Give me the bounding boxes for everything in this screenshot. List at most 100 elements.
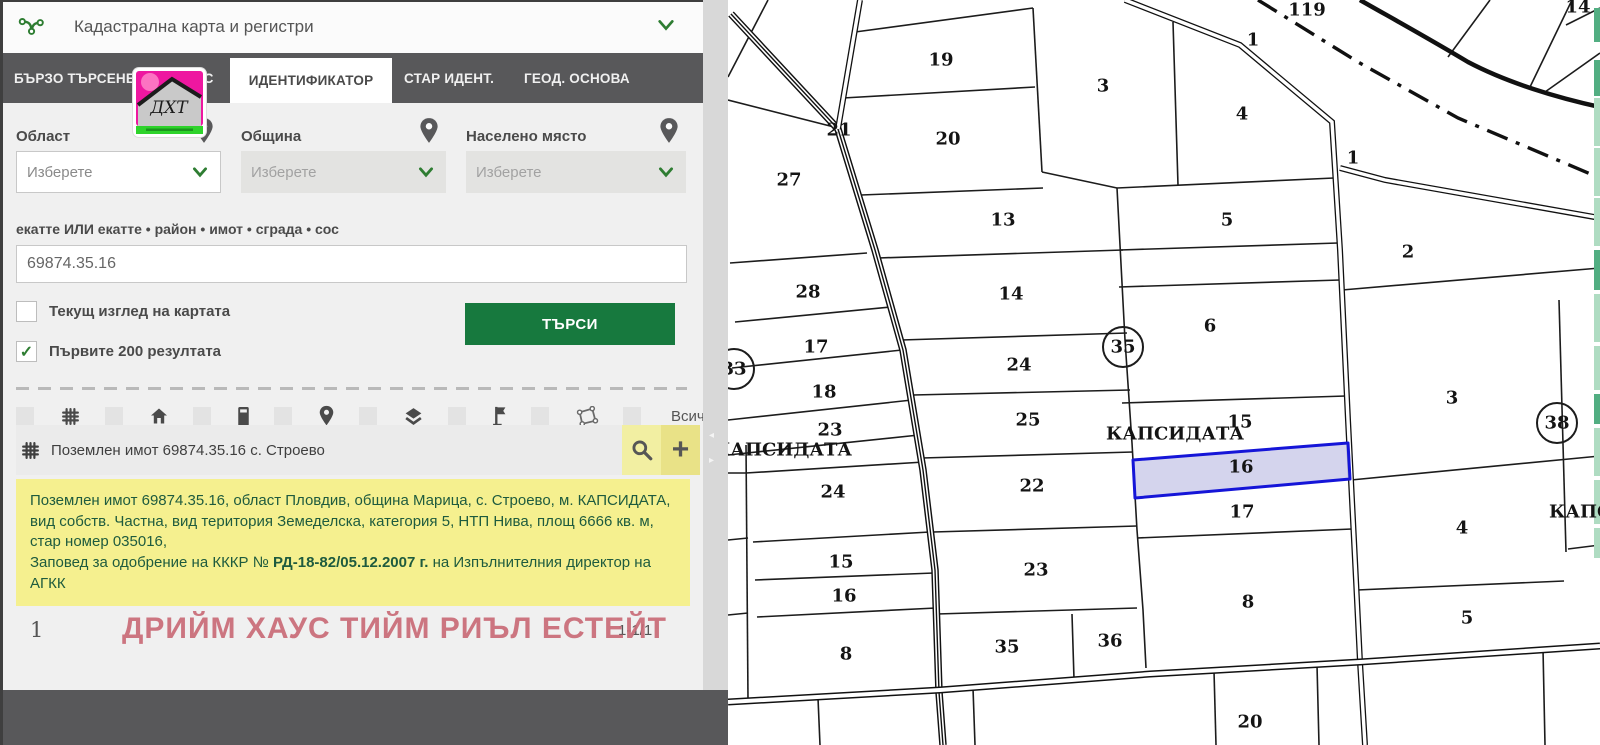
panel-splitter[interactable]: ◂ ▸ bbox=[703, 0, 728, 745]
layer-checkbox[interactable] bbox=[105, 407, 123, 425]
checkbox-checked[interactable]: ✓ bbox=[16, 341, 37, 362]
layer-checkbox[interactable] bbox=[359, 407, 377, 425]
layer-checkbox[interactable] bbox=[16, 407, 34, 425]
flag-icon[interactable] bbox=[492, 405, 507, 427]
first-results-checkbox-row[interactable]: ✓ Първите 200 резултата bbox=[16, 341, 221, 362]
parcel-label: 4 bbox=[1456, 518, 1469, 539]
collapse-right-icon[interactable]: ▸ bbox=[709, 455, 714, 466]
parcel-label: 16 bbox=[1228, 457, 1253, 478]
municipality-select[interactable]: Изберете bbox=[241, 151, 446, 193]
search-form: Област Изберете Община bbox=[0, 103, 703, 427]
parcel-label: 24 bbox=[1006, 355, 1031, 376]
chevron-down-icon bbox=[180, 166, 220, 178]
tab-geodesic-base[interactable]: ГЕОД. ОСНОВА bbox=[524, 53, 630, 103]
settlement-label: Населено място bbox=[466, 128, 586, 145]
house-icon[interactable] bbox=[149, 406, 169, 426]
municipality-select-value: Изберете bbox=[241, 164, 406, 181]
tab-old-identifier[interactable]: СТАР ИДЕНТ. bbox=[404, 53, 494, 103]
zoom-to-result-button[interactable] bbox=[622, 425, 661, 475]
parcel-label: 4 bbox=[1236, 104, 1249, 125]
polygon-icon[interactable] bbox=[575, 406, 599, 427]
check-icon: ✓ bbox=[20, 342, 33, 362]
parcel-label: 21 bbox=[826, 120, 851, 141]
grid-parcel-icon[interactable] bbox=[60, 406, 81, 427]
tab-identifier[interactable]: ИДЕНТИФИКАТОР bbox=[230, 58, 392, 103]
building-icon[interactable] bbox=[237, 406, 250, 427]
current-view-label: Текущ изглед на картата bbox=[49, 303, 230, 320]
parcel-label: 13 bbox=[990, 210, 1015, 231]
map-background bbox=[728, 0, 1600, 745]
circled-parcel-label: 33 bbox=[728, 359, 747, 380]
parcel-label: 1 bbox=[1347, 148, 1360, 169]
parcel-label: 17 bbox=[1229, 502, 1254, 523]
tab-quick-search[interactable]: БЪРЗО ТЪРСЕНЕ bbox=[14, 53, 135, 103]
watermark-text: ДРИЙМ ХАУС ТИЙМ РИЪЛ ЕСТЕЙТ bbox=[122, 612, 667, 646]
parcel-label: 24 bbox=[820, 482, 845, 503]
pagination-row: 1 1-1/1 ДРИЙМ ХАУС ТИЙМ РИЪЛ ЕСТЕЙТ bbox=[16, 610, 700, 660]
parcel-label: 8 bbox=[1242, 592, 1255, 613]
layer-checkbox[interactable] bbox=[623, 407, 641, 425]
parcel-label: КАПСИДАТА bbox=[728, 440, 852, 461]
branch-icon bbox=[18, 14, 44, 40]
checkbox-unchecked[interactable] bbox=[16, 301, 37, 322]
chevron-down-icon bbox=[646, 166, 686, 178]
parcel-label: 2 bbox=[1402, 242, 1415, 263]
first-results-label: Първите 200 резултата bbox=[49, 343, 221, 360]
parcel-label: 27 bbox=[776, 170, 801, 191]
parcel-label: 5 bbox=[1461, 608, 1474, 629]
plus-icon: + bbox=[672, 435, 690, 465]
order-number: РД-18-82/05.12.2007 г. bbox=[273, 554, 428, 571]
parcel-details-box: Поземлен имот 69874.35.16, област Пловди… bbox=[16, 479, 690, 606]
parcel-label: КАПСИДАТА bbox=[1549, 502, 1600, 523]
layer-filter-toolbar: Всички bbox=[16, 405, 687, 427]
parcel-label: 20 bbox=[1237, 712, 1262, 733]
search-button[interactable]: ТЪРСИ bbox=[465, 303, 675, 345]
parcel-label: 5 bbox=[1221, 210, 1234, 231]
result-row[interactable]: Поземлен имот 69874.35.16 с. Строево + bbox=[16, 425, 700, 475]
parcel-label: 23 bbox=[817, 420, 842, 441]
region-select[interactable]: Изберете bbox=[16, 151, 221, 193]
collapse-left-icon[interactable]: ◂ bbox=[709, 430, 714, 441]
parcel-label: 15 bbox=[828, 552, 853, 573]
layer-checkbox[interactable] bbox=[274, 407, 292, 425]
logo-text: ДХТ bbox=[149, 98, 189, 118]
parcel-label: 20 bbox=[935, 129, 960, 150]
map-pin-icon bbox=[658, 117, 680, 150]
tab-bar: БЪРЗО ТЪРСЕНЕ АДРЕС ИДЕНТИФИКАТОР СТАР И… bbox=[0, 53, 703, 103]
page-title: Кадастрална карта и регистри bbox=[74, 17, 314, 37]
parcel-details-text: Поземлен имот 69874.35.16, област Пловди… bbox=[30, 491, 676, 553]
chevron-down-icon[interactable] bbox=[657, 18, 675, 37]
map-pin-icon[interactable] bbox=[318, 405, 335, 427]
parcel-label: 14 bbox=[1565, 0, 1590, 18]
parcel-label: 1 bbox=[1247, 30, 1260, 51]
settlement-select-value: Изберете bbox=[466, 164, 646, 181]
current-view-checkbox-row[interactable]: Текущ изглед на картата bbox=[16, 301, 230, 322]
layer-checkbox[interactable] bbox=[448, 407, 466, 425]
parcel-label: 25 bbox=[1015, 410, 1040, 431]
watermark-logo: ДХТ bbox=[133, 68, 206, 137]
results-section: Поземлен имот 69874.35.16 с. Строево + П… bbox=[16, 425, 700, 660]
layer-checkbox[interactable] bbox=[531, 407, 549, 425]
parcel-label: 6 bbox=[1204, 316, 1217, 337]
search-icon bbox=[630, 438, 654, 462]
parcel-label: 119 bbox=[1288, 0, 1326, 21]
region-label: Област bbox=[16, 128, 70, 145]
parcel-label: 8 bbox=[840, 644, 853, 665]
parcel-label: 17 bbox=[803, 337, 828, 358]
result-row-text: Поземлен имот 69874.35.16 с. Строево bbox=[51, 442, 325, 459]
settlement-select[interactable]: Изберете bbox=[466, 151, 686, 193]
add-result-button[interactable]: + bbox=[661, 425, 700, 475]
footer-bar bbox=[0, 690, 728, 745]
cadastral-map[interactable]: 193411191420212713512281417246182523153К… bbox=[728, 0, 1600, 745]
circled-parcel-label: 38 bbox=[1544, 413, 1569, 434]
layer-checkbox[interactable] bbox=[193, 407, 211, 425]
identifier-input[interactable] bbox=[16, 245, 687, 283]
legend-strip bbox=[1594, 8, 1600, 558]
layers-icon[interactable] bbox=[403, 406, 424, 427]
parcel-label: 14 bbox=[998, 284, 1023, 305]
map-area[interactable]: 193411191420212713512281417246182523153К… bbox=[728, 0, 1600, 745]
cadastral-app: Кадастрална карта и регистри БЪРЗО ТЪРСЕ… bbox=[0, 0, 1600, 745]
parcel-label: 16 bbox=[831, 586, 856, 607]
ekatte-hint-label: екатте ИЛИ екатте • район • имот • сград… bbox=[16, 221, 687, 237]
page-number[interactable]: 1 bbox=[30, 618, 43, 642]
